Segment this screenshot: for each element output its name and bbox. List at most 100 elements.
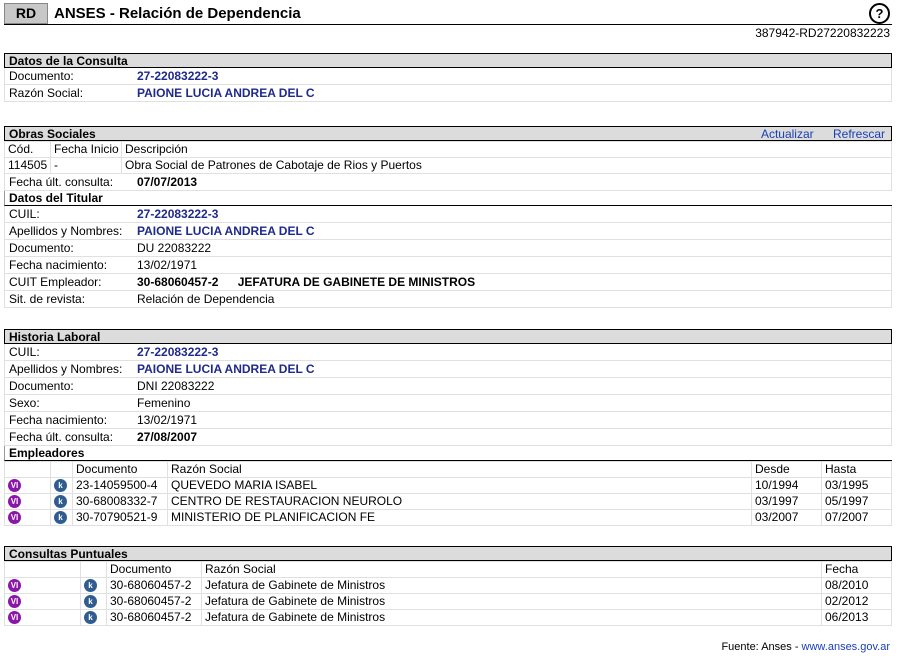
consulta-section: Datos de la Consulta Documento: 27-22083… (4, 53, 892, 102)
consulta-razon-row: Razón Social: PAIONE LUCIA ANDREA DEL C (4, 85, 892, 102)
info-icon[interactable]: k (54, 495, 67, 509)
titular-cuil: 27-22083222-3 (137, 207, 219, 221)
col-razon-social: Razón Social (201, 561, 822, 578)
col-fecha: Fecha (821, 561, 892, 578)
obras-table: Cód. Fecha Inicio Descripción 114505 - O… (4, 141, 892, 174)
footer: Fuente: Anses - www.anses.gov.ar (721, 641, 890, 653)
obras-header: Obras Sociales Actualizar Refrescar (4, 126, 892, 141)
anses-link[interactable]: www.anses.gov.ar (802, 641, 890, 653)
obras-ult-row: Fecha últ. consulta: 07/07/2013 (4, 174, 892, 191)
empleadores-header: Empleadores (4, 446, 892, 461)
info-icon[interactable]: k (54, 479, 67, 493)
historia-nombre-row: Apellidos y Nombres: PAIONE LUCIA ANDREA… (4, 361, 892, 378)
info-icon[interactable]: k (84, 611, 97, 625)
label: Apellidos y Nombres: (9, 224, 123, 238)
historia-nac-row: Fecha nacimiento: 13/02/1971 (4, 412, 892, 429)
vi-icon[interactable]: VI (8, 595, 21, 609)
cell-desde: 03/1997 (751, 493, 822, 510)
vi-icon[interactable]: VI (8, 511, 21, 525)
titular-nac-row: Fecha nacimiento: 13/02/1971 (4, 257, 892, 274)
cell-doc: 30-68008332-7 (72, 493, 168, 510)
cell-razon: MINISTERIO DE PLANIFICACION FE (167, 509, 752, 526)
vi-icon[interactable]: VI (8, 479, 21, 493)
consulta-documento: 27-22083222-3 (137, 69, 219, 83)
historia-nac: 13/02/1971 (137, 413, 198, 427)
page-title: ANSES - Relación de Dependencia (54, 5, 301, 22)
historia-cuil-row: CUIL: 27-22083222-3 (4, 344, 892, 361)
info-icon[interactable]: k (84, 579, 97, 593)
vi-icon[interactable]: VI (8, 611, 21, 625)
cell-fecha: - (50, 157, 122, 174)
cell-desc: Obra Social de Patrones de Cabotaje de R… (121, 157, 892, 174)
info-icon[interactable]: k (84, 595, 97, 609)
cell-hasta: 05/1997 (821, 493, 892, 510)
cell-razon: CENTRO DE RESTAURACION NEUROLO (167, 493, 752, 510)
historia-header: Historia Laboral (4, 329, 892, 344)
table-header-row: Documento Razón Social Fecha (4, 561, 892, 578)
consulta-razon: PAIONE LUCIA ANDREA DEL C (137, 86, 315, 100)
cell-razon: Jefatura de Gabinete de Ministros (201, 577, 822, 594)
col-documento: Documento (106, 561, 202, 578)
titular-cuil-row: CUIL: 27-22083222-3 (4, 206, 892, 223)
table-header-row: Cód. Fecha Inicio Descripción (4, 141, 892, 158)
reference-code: 387942-RD27220832223 (755, 26, 890, 40)
titular-nac: 13/02/1971 (137, 258, 198, 272)
historia-ult: 27/08/2007 (137, 430, 198, 444)
vi-icon[interactable]: VI (8, 579, 21, 593)
cell-hasta: 03/1995 (821, 477, 892, 494)
cell-fecha: 08/2010 (821, 577, 892, 594)
col-hasta: Hasta (821, 461, 892, 478)
historia-doc-row: Documento: DNI 22083222 (4, 378, 892, 395)
label: Sit. de revista: (9, 292, 86, 306)
consultas-section: Consultas Puntuales Documento Razón Soci… (4, 546, 892, 626)
table-row: VI k 30-70790521-9 MINISTERIO DE PLANIFI… (4, 509, 892, 526)
obras-ult: 07/07/2013 (137, 175, 198, 189)
table-header-row: Documento Razón Social Desde Hasta (4, 461, 892, 478)
cell-razon: Jefatura de Gabinete de Ministros (201, 609, 822, 626)
cell-fecha: 02/2012 (821, 593, 892, 610)
titular-sit-row: Sit. de revista: Relación de Dependencia (4, 291, 892, 308)
historia-ult-row: Fecha últ. consulta: 27/08/2007 (4, 429, 892, 446)
titular-nombre-row: Apellidos y Nombres: PAIONE LUCIA ANDREA… (4, 223, 892, 240)
label: Fecha nacimiento: (9, 413, 108, 427)
app-header: RD ANSES - Relación de Dependencia ? (4, 2, 892, 25)
consultas-header: Consultas Puntuales (4, 546, 892, 561)
cell-desde: 03/2007 (751, 509, 822, 526)
titular-doc: DU 22083222 (137, 241, 212, 255)
titular-doc-row: Documento: DU 22083222 (4, 240, 892, 257)
col-desde: Desde (751, 461, 822, 478)
footer-source: Fuente: Anses - (721, 641, 799, 653)
titular-nombre: PAIONE LUCIA ANDREA DEL C (137, 224, 315, 238)
historia-cuil: 27-22083222-3 (137, 345, 219, 359)
col-fecha-inicio: Fecha Inicio (50, 141, 122, 158)
cell-hasta: 07/2007 (821, 509, 892, 526)
help-icon[interactable]: ? (869, 3, 890, 24)
consultas-table: Documento Razón Social Fecha VI k 30-680… (4, 561, 892, 626)
cell-fecha: 06/2013 (821, 609, 892, 626)
cell-doc: 30-68060457-2 (106, 609, 202, 626)
obras-title: Obras Sociales (9, 127, 96, 141)
rd-badge: RD (4, 3, 48, 24)
col-razon-social: Razón Social (167, 461, 752, 478)
historia-section: Historia Laboral CUIL: 27-22083222-3 Ape… (4, 329, 892, 526)
historia-doc: DNI 22083222 (137, 379, 215, 393)
titular-sit: Relación de Dependencia (137, 292, 275, 306)
table-row: 114505 - Obra Social de Patrones de Cabo… (4, 157, 892, 174)
table-row: VI k 30-68008332-7 CENTRO DE RESTAURACIO… (4, 493, 892, 510)
col-documento: Documento (72, 461, 168, 478)
refrescar-link[interactable]: Refrescar (833, 127, 885, 141)
label: Apellidos y Nombres: (9, 362, 123, 376)
label: Fecha últ. consulta: (9, 175, 114, 189)
historia-sexo: Femenino (137, 396, 191, 410)
cell-razon: Jefatura de Gabinete de Ministros (201, 593, 822, 610)
actualizar-link[interactable]: Actualizar (761, 127, 814, 141)
vi-icon[interactable]: VI (8, 495, 21, 509)
cell-doc: 23-14059500-4 (72, 477, 168, 494)
cell-desde: 10/1994 (751, 477, 822, 494)
label: Fecha últ. consulta: (9, 430, 114, 444)
info-icon[interactable]: k (54, 511, 67, 525)
label: Razón Social: (9, 86, 84, 100)
titular-cuit-row: CUIT Empleador: 30-68060457-2 JEFATURA D… (4, 274, 892, 291)
titular-empleador: JEFATURA DE GABINETE DE MINISTROS (237, 275, 476, 289)
label: Fecha nacimiento: (9, 258, 108, 272)
